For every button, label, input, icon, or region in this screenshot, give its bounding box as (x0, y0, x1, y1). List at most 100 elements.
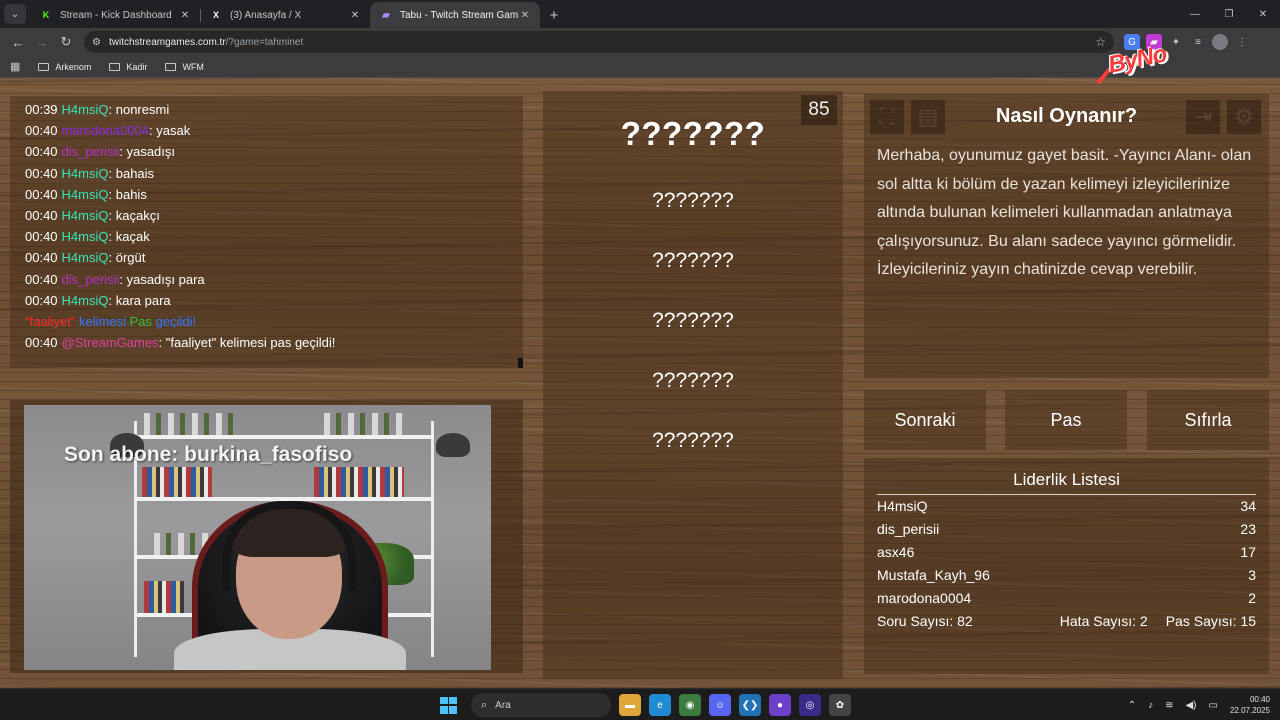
restore-icon[interactable]: ❐ (1212, 0, 1246, 28)
settings-gear-icon[interactable]: ⚙ (1227, 100, 1261, 134)
wifi-icon[interactable]: ≋ (1165, 700, 1173, 711)
clock-time: 00:40 (1249, 695, 1270, 704)
books-image (314, 467, 404, 497)
extensions-puzzle-icon[interactable]: ✦ (1168, 34, 1184, 50)
media-queue-icon[interactable]: ≡ (1190, 34, 1206, 50)
taskbar-search[interactable]: ⌕ Ara (471, 693, 611, 717)
url-path: /?game=tahminet (225, 36, 304, 48)
browser-toolbar: ← → ↻ ⚙ twitchstreamgames.com.tr/?game=t… (0, 28, 1280, 56)
tab-title: (3) Anasayfa / X (230, 9, 302, 21)
back-arrow-icon[interactable]: ← (6, 30, 30, 54)
webcam-panel: Son abone: burkina_fasofiso (10, 400, 523, 673)
app-icon[interactable]: ✿ (829, 694, 851, 716)
github-desktop-icon[interactable]: ● (769, 694, 791, 716)
x-favicon-icon: X (212, 10, 219, 20)
profile-avatar-icon[interactable] (1212, 34, 1228, 50)
discord-icon[interactable]: ☺ (709, 694, 731, 716)
bookmark-label: Kadir (126, 61, 148, 72)
exit-icon[interactable]: ⇥ (1186, 100, 1220, 134)
window-controls: — ❐ ✕ (1178, 0, 1280, 28)
tab-title: Stream - Kick Dashboard (60, 9, 172, 21)
microphone-icon[interactable]: ♪ (1148, 700, 1153, 711)
question-count: Soru Sayısı: 82 (877, 613, 973, 629)
browser-menu-icon[interactable]: ⋮ (1234, 34, 1250, 50)
close-window-icon[interactable]: ✕ (1246, 0, 1280, 28)
minimize-icon[interactable]: — (1178, 0, 1212, 28)
cap-image (436, 433, 470, 457)
tray-chevron-icon[interactable]: ⌃ (1128, 700, 1136, 711)
forbidden-word: ??????? (652, 309, 734, 332)
chrome-browser-icon[interactable]: ◉ (679, 694, 701, 716)
vscode-icon[interactable]: ❮❯ (739, 694, 761, 716)
chat-message: 00:40 H4msiQ: bahais (25, 165, 155, 181)
leaderboard-title: Liderlik Listesi (877, 470, 1256, 495)
bookmark-folder-arkenom[interactable]: Arkenom (38, 62, 91, 72)
chat-message: 00:39 H4msiQ: nonresmi (25, 102, 170, 117)
tab-title: Tabu - Twitch Stream Games (400, 9, 518, 21)
pass-count: Pas Sayısı: 15 (1165, 613, 1256, 629)
leaderboard-panel: Liderlik Listesi H4msiQ 34 dis_perisii 23 … (864, 458, 1269, 674)
file-explorer-icon[interactable]: ▬ (619, 694, 641, 716)
chat-message: 00:40 marodona0004: yasak (25, 123, 191, 139)
battery-icon[interactable]: ▭ (1209, 700, 1218, 711)
chat-bot-message: 00:40 @StreamGames: "faaliyet" kelimesi p… (25, 335, 336, 351)
chat-message: 00:40 H4msiQ: kaçakçı (25, 207, 160, 223)
tab-kick-dashboard[interactable]: K Stream - Kick Dashboard ✕ (30, 2, 200, 28)
address-bar[interactable]: ⚙ twitchstreamgames.com.tr/?game=tahmine… (84, 31, 1114, 53)
bookmark-folder-kadir[interactable]: Kadir (109, 62, 147, 72)
books-image (144, 581, 184, 613)
chat-panel: 00:39 H4msiQ: nonresmi 00:40 marodona0004:… (10, 96, 523, 368)
shelf-board (134, 435, 434, 439)
tab-close-icon[interactable]: ✕ (348, 10, 362, 21)
last-subscriber-text: Son abone: burkina_fasofiso (64, 443, 353, 466)
forbidden-word: ??????? (652, 249, 734, 272)
twitch-favicon-icon: ▰ (382, 9, 390, 21)
chat-message: 00:40 dis_perisii: yasadışı para (25, 271, 205, 287)
reset-button[interactable]: Sıfırla (1147, 390, 1269, 450)
leaderboard-row: asx46 17 (877, 544, 1256, 560)
bottles-image (324, 413, 404, 435)
obs-icon[interactable]: ◎ (799, 694, 821, 716)
tab-search-button[interactable]: ⌄ (4, 4, 26, 24)
search-placeholder: Ara (495, 699, 511, 711)
tab-x-home[interactable]: X (3) Anasayfa / X ✕ (200, 2, 370, 28)
chat-message: 00:40 H4msiQ: bahis (25, 186, 147, 202)
edge-browser-icon[interactable]: e (649, 694, 671, 716)
next-button[interactable]: Sonraki (864, 390, 986, 450)
new-tab-button[interactable]: + (542, 3, 566, 27)
windows-start-icon[interactable] (440, 696, 457, 714)
browser-tab-strip: ⌄ K Stream - Kick Dashboard ✕ X (3) Anas… (0, 0, 1280, 28)
bookmark-label: WFM (182, 61, 204, 72)
chat-scrollbar[interactable] (518, 358, 523, 368)
reload-icon[interactable]: ↻ (54, 30, 78, 54)
chat-message: 00:40 H4msiQ: örgüt (25, 250, 146, 266)
how-to-play-panel: ⛶ ▤ Nasıl Oynanır? ⇥ ⚙ Merhaba, oyunumuz… (864, 94, 1269, 378)
url-host: twitchstreamgames.com.tr (108, 36, 226, 48)
folder-icon (109, 62, 121, 71)
forward-arrow-icon[interactable]: → (30, 30, 54, 54)
apps-grid-icon[interactable]: ▦ (10, 60, 20, 73)
error-count: Hata Sayısı: 2 (1059, 613, 1148, 629)
tab-tabu-game[interactable]: ▰ Tabu - Twitch Stream Games ✕ (370, 2, 540, 28)
forbidden-word: ??????? (652, 429, 734, 452)
chat-message: 00:40 dis_perisii: yasadışı (25, 144, 176, 160)
folder-icon (165, 62, 177, 71)
system-clock[interactable]: 00:40 22.07.2025 (1230, 694, 1270, 716)
volume-icon[interactable]: ◀) (1185, 700, 1196, 711)
taskbar-apps: ⌕ Ara ▬ e ◉ ☺ ❮❯ ● ◎ ✿ (440, 693, 851, 717)
leaderboard-row: marodona0004 2 (877, 590, 1256, 606)
game-stats: Soru Sayısı: 82 Hata Sayısı: 2 Pas Sayıs… (877, 610, 1256, 633)
forbidden-word: ??????? (652, 189, 734, 212)
chat-system-notice: "faaliyet" kelimesi Pas geçildi! (25, 313, 197, 329)
bookmark-folder-wfm[interactable]: WFM (165, 62, 204, 72)
bookmark-star-icon[interactable]: ☆ (1095, 35, 1106, 49)
tab-close-icon[interactable]: ✕ (178, 10, 192, 21)
leaderboard-row: Mustafa_Kayh_96 3 (877, 567, 1256, 583)
windows-taskbar: ⌕ Ara ▬ e ◉ ☺ ❮❯ ● ◎ ✿ ⌃ ♪ ≋ ◀) ▭ 00:40 2… (0, 688, 1280, 720)
chat-message: 00:40 H4msiQ: kara para (25, 292, 171, 308)
pass-button[interactable]: Pas (1005, 390, 1127, 450)
tab-close-icon[interactable]: ✕ (518, 10, 532, 21)
books-image (142, 467, 212, 497)
site-info-icon[interactable]: ⚙ (92, 37, 101, 48)
target-word: ??????? (620, 115, 766, 152)
